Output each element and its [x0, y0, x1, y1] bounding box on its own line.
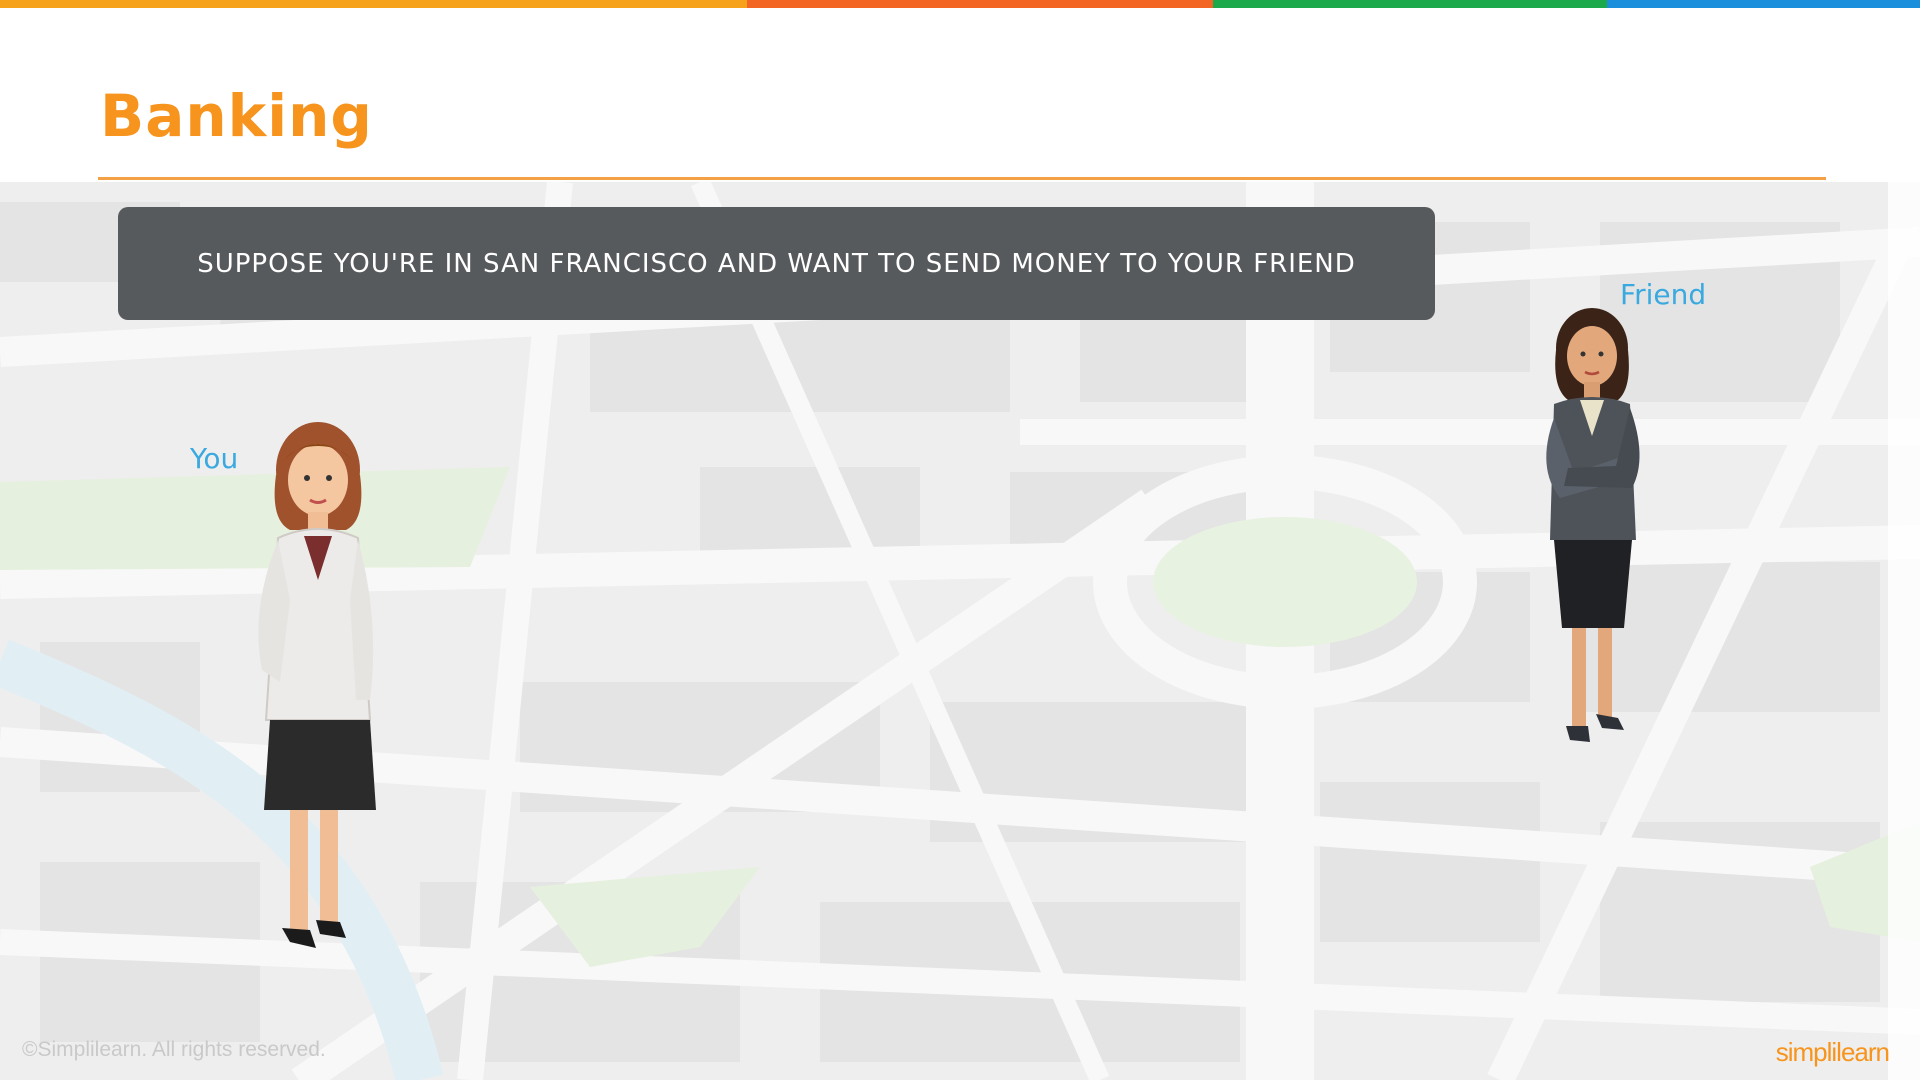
- slide-title: Banking: [100, 82, 373, 150]
- friend-label: Friend: [1620, 278, 1707, 311]
- copyright-text: ©Simplilearn. All rights reserved.: [22, 1038, 326, 1061]
- scenario-banner: SUPPOSE YOU'RE IN SAN FRANCISCO AND WANT…: [118, 207, 1435, 320]
- slide: Banking SUPPOSE YOU'RE IN SAN FRANCISCO …: [0, 0, 1920, 1080]
- simplilearn-logo: simplilearn: [1775, 1037, 1890, 1067]
- you-figure-icon: [258, 422, 376, 948]
- scenario-text: SUPPOSE YOU'RE IN SAN FRANCISCO AND WANT…: [197, 248, 1356, 279]
- title-underline: [98, 177, 1826, 180]
- friend-figure-icon: [1546, 308, 1640, 742]
- color-stripe: [0, 0, 1920, 8]
